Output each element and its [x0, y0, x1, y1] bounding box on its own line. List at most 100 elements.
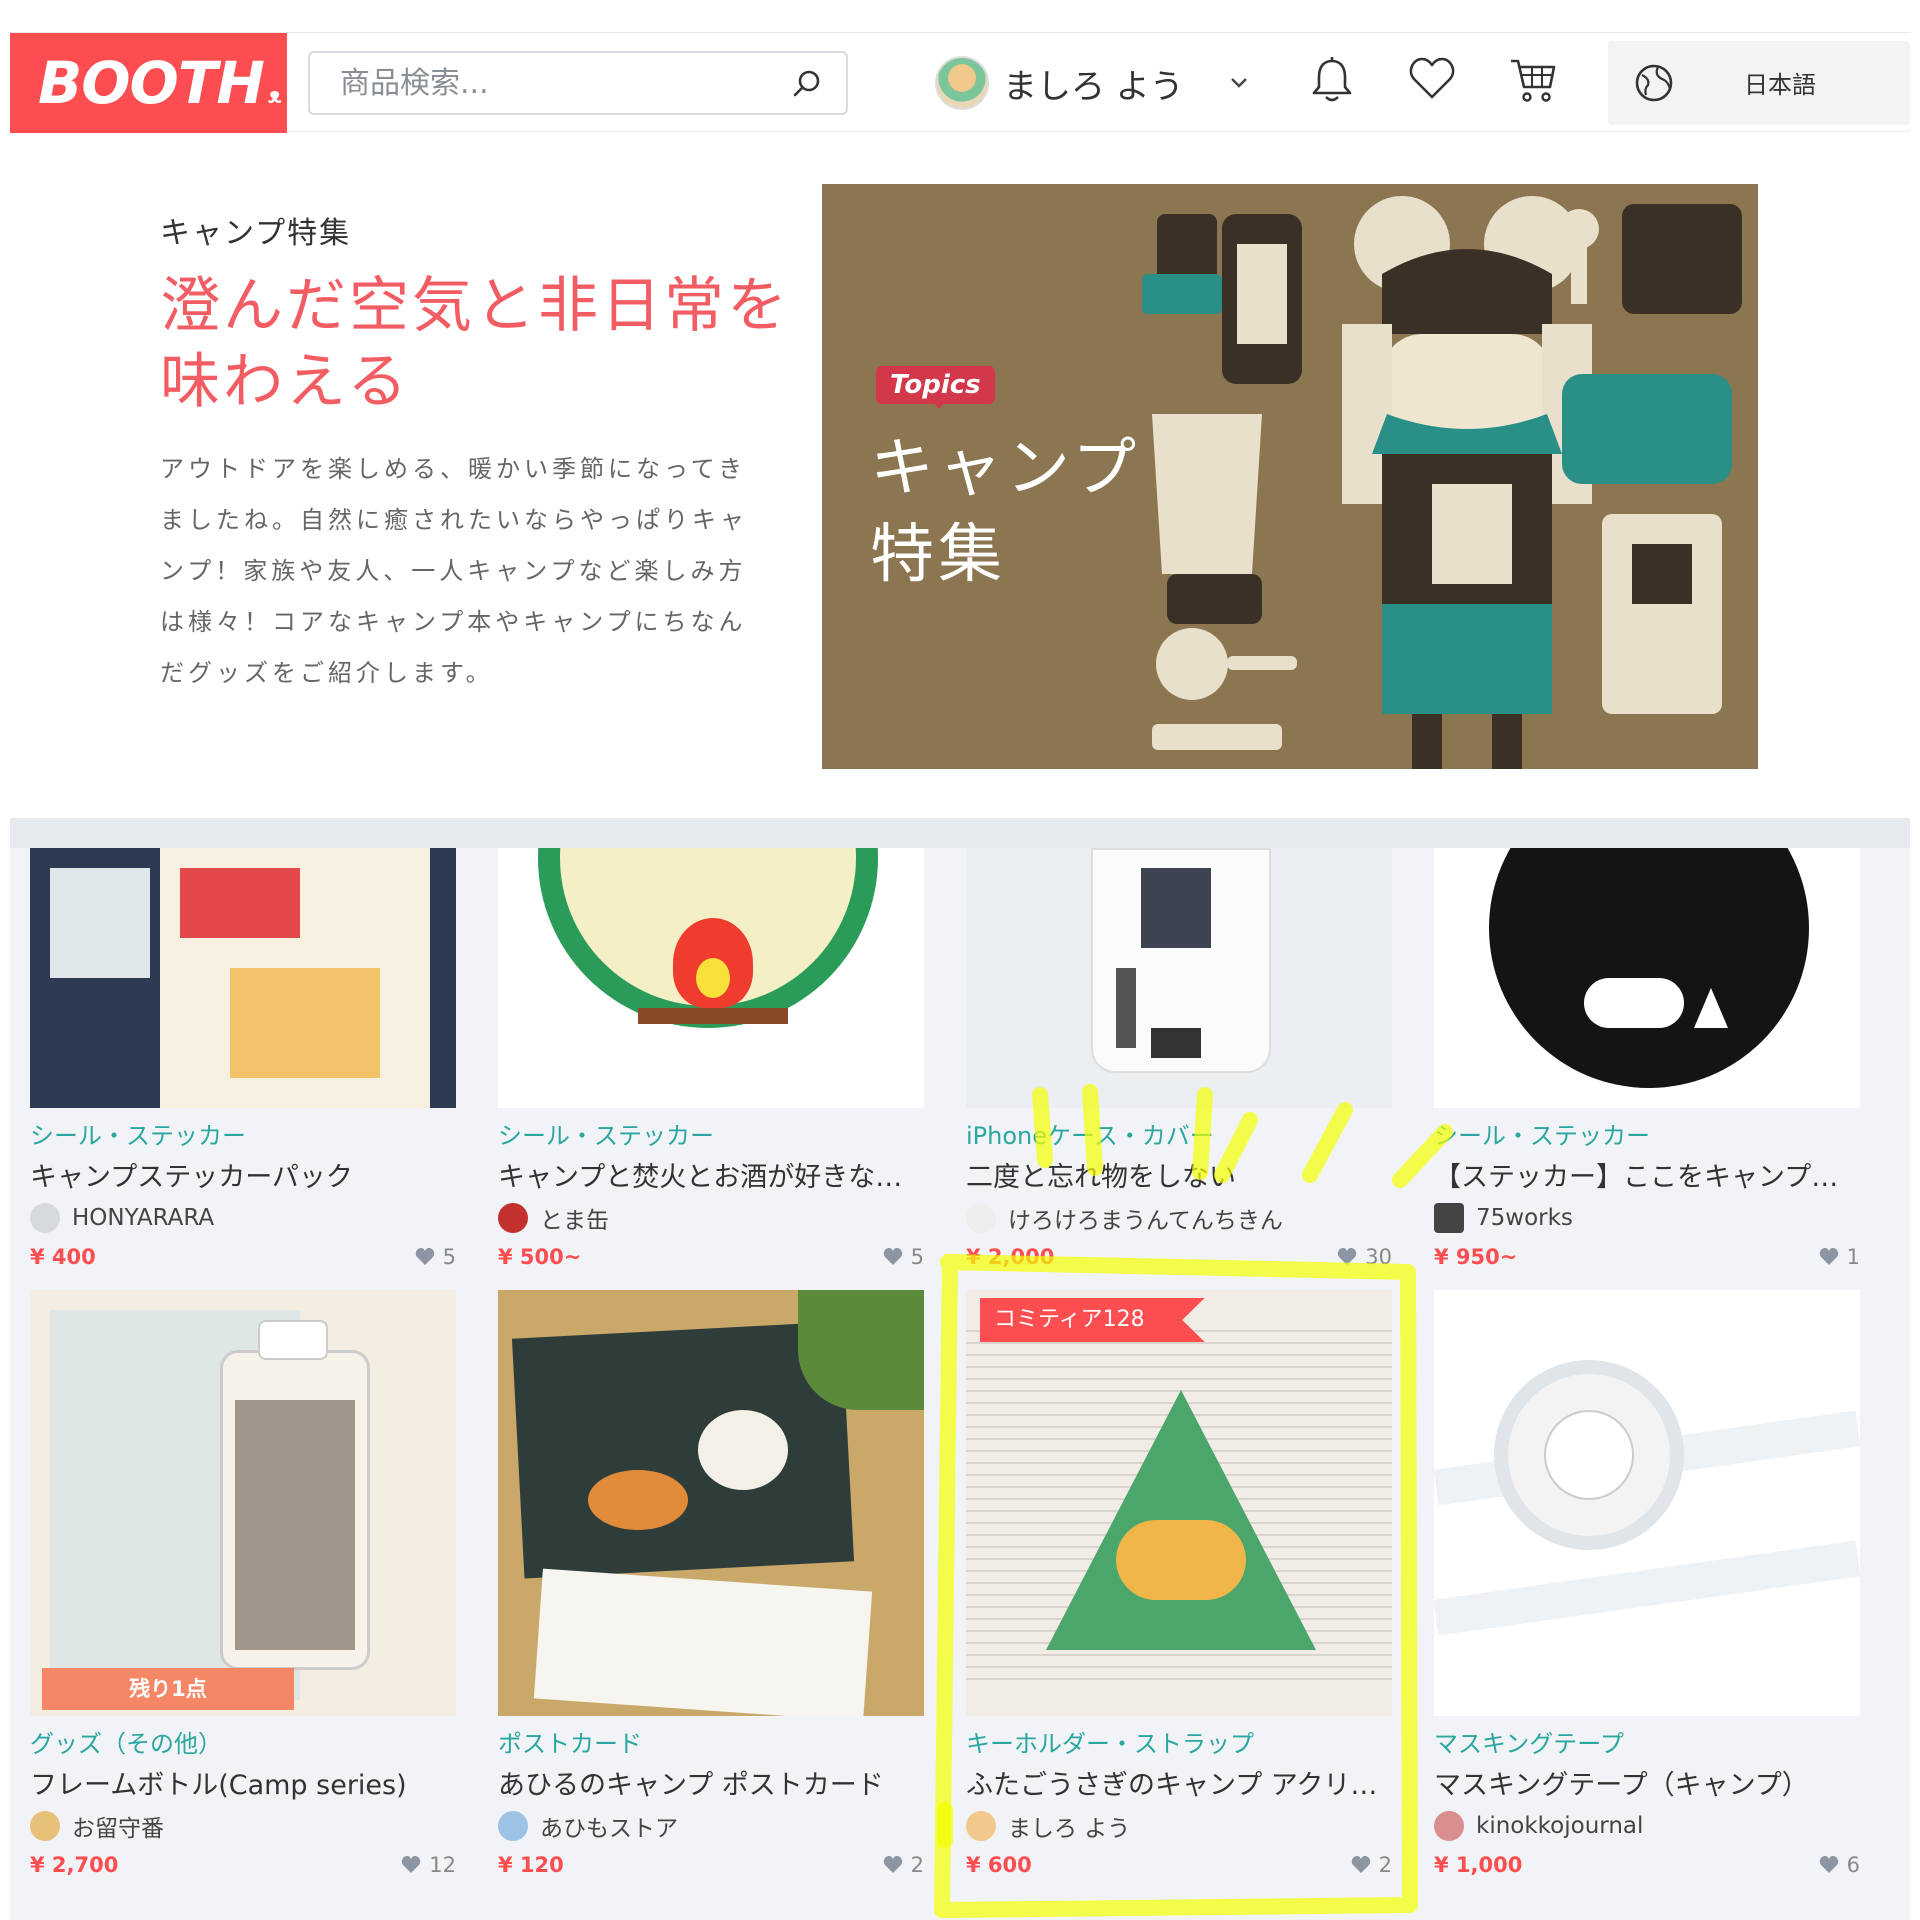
heart-icon: [883, 1248, 902, 1265]
shop-link[interactable]: HONYARARA: [30, 1202, 456, 1234]
like-button[interactable]: 6: [1819, 1853, 1860, 1877]
product-title[interactable]: キャンプステッカーパック: [30, 1155, 456, 1194]
user-name: ましろ よう: [1003, 66, 1184, 107]
like-button[interactable]: 5: [883, 1245, 924, 1269]
like-button[interactable]: 12: [401, 1853, 456, 1877]
like-button[interactable]: 5: [415, 1245, 456, 1269]
product-card[interactable]: シール・ステッカー 【ステッカー】ここをキャンプ地と... 75works ¥ …: [1434, 848, 1860, 1272]
shop-icon: [30, 1203, 60, 1233]
shop-name: お留守番: [72, 1816, 164, 1842]
search-icon[interactable]: [790, 67, 824, 101]
heart-icon[interactable]: [1408, 55, 1456, 101]
like-button[interactable]: 2: [1351, 1853, 1392, 1877]
avatar: [935, 56, 989, 110]
like-count: 6: [1846, 1853, 1860, 1877]
product-category[interactable]: キーホルダー・ストラップ: [966, 1724, 1392, 1759]
shop-icon: [1434, 1203, 1464, 1233]
shop-link[interactable]: 75works: [1434, 1202, 1860, 1234]
search-input[interactable]: [310, 53, 750, 113]
shop-name: とま缶: [540, 1208, 609, 1234]
heart-icon: [1819, 1856, 1838, 1873]
bell-icon[interactable]: [1310, 55, 1354, 105]
product-image[interactable]: [966, 848, 1392, 1108]
product-card[interactable]: シール・ステッカー キャンプステッカーパック HONYARARA ¥ 400 5: [30, 848, 456, 1272]
product-title[interactable]: キャンプと焚火とお酒が好きな人向...: [498, 1155, 924, 1194]
product-image[interactable]: [498, 1290, 924, 1716]
cat-icon: ᴥ: [267, 84, 282, 109]
product-image[interactable]: [1434, 848, 1860, 1108]
product-card[interactable]: 残り1点 グッズ（その他） フレームボトル(Camp series) お留守番 …: [30, 1290, 456, 1880]
product-title[interactable]: 二度と忘れ物をしない: [966, 1155, 1392, 1194]
like-count: 12: [429, 1853, 456, 1877]
product-category[interactable]: グッズ（その他）: [30, 1724, 456, 1759]
booth-logo[interactable]: BOOTH ᴥ: [10, 33, 287, 133]
site-header: BOOTHᴥ ましろ よう 日本語: [10, 32, 1910, 133]
product-card[interactable]: ポストカード あひるのキャンプ ポストカード あひもストア ¥ 120 2: [498, 1290, 924, 1880]
language-label: 日本語: [1744, 71, 1816, 99]
shop-link[interactable]: ましろ よう: [966, 1810, 1392, 1842]
product-image[interactable]: [498, 848, 924, 1108]
product-category[interactable]: iPhoneケース・カバー: [966, 1116, 1392, 1151]
product-price: ¥ 600: [966, 1853, 1032, 1877]
heart-icon: [415, 1248, 434, 1265]
shop-link[interactable]: あひもストア: [498, 1810, 924, 1842]
heart-icon: [1338, 1248, 1357, 1265]
feature-description: アウトドアを楽しめる、暖かい季節になってきましたね。自然に癒されたいならやっぱり…: [160, 455, 748, 687]
product-title[interactable]: マスキングテープ（キャンプ）: [1434, 1763, 1860, 1802]
shop-name: kinokkojournal: [1476, 1813, 1644, 1839]
grid-top-bar: [10, 818, 1910, 848]
product-card[interactable]: マスキングテープ マスキングテープ（キャンプ） kinokkojournal ¥…: [1434, 1290, 1860, 1880]
product-price: ¥ 2,700: [30, 1853, 119, 1877]
heart-icon: [883, 1856, 902, 1873]
shop-icon: [1434, 1811, 1464, 1841]
product-title[interactable]: フレームボトル(Camp series): [30, 1763, 456, 1802]
product-category[interactable]: シール・ステッカー: [30, 1116, 456, 1151]
topics-badge: Topics: [876, 366, 995, 409]
feature-eyebrow: キャンプ特集: [160, 216, 352, 251]
product-card[interactable]: iPhoneケース・カバー 二度と忘れ物をしない けろけろまうんてんちきん ¥ …: [966, 848, 1392, 1272]
product-image[interactable]: [1434, 1290, 1860, 1716]
like-button[interactable]: 1: [1819, 1245, 1860, 1269]
cart-icon[interactable]: [1508, 55, 1558, 105]
product-title[interactable]: ふたごうさぎのキャンプ アクリル...: [966, 1763, 1392, 1802]
shop-icon: [966, 1811, 996, 1841]
shop-link[interactable]: お留守番: [30, 1810, 456, 1842]
shop-name: ましろ よう: [1008, 1816, 1131, 1842]
product-card[interactable]: コミティア128 キーホルダー・ストラップ ふたごうさぎのキャンプ アクリル..…: [966, 1290, 1392, 1880]
product-card[interactable]: シール・ステッカー キャンプと焚火とお酒が好きな人向... とま缶 ¥ 500~…: [498, 848, 924, 1272]
heart-icon: [1819, 1248, 1838, 1265]
language-selector[interactable]: 日本語: [1608, 41, 1910, 125]
product-category[interactable]: シール・ステッカー: [498, 1116, 924, 1151]
product-image[interactable]: コミティア128: [966, 1290, 1392, 1716]
heart-icon: [402, 1856, 421, 1873]
feature-title[interactable]: 澄んだ空気と非日常を味わえる: [160, 268, 800, 420]
like-count: 2: [910, 1853, 924, 1877]
like-button[interactable]: 30: [1337, 1245, 1392, 1269]
like-count: 5: [910, 1245, 924, 1269]
shop-link[interactable]: とま缶: [498, 1202, 924, 1234]
product-price: ¥ 120: [498, 1853, 564, 1877]
product-title[interactable]: 【ステッカー】ここをキャンプ地と...: [1434, 1155, 1860, 1194]
shop-link[interactable]: kinokkojournal: [1434, 1810, 1860, 1842]
feature-banner[interactable]: Topics キャンプ特集: [822, 184, 1758, 769]
product-price: ¥ 500~: [498, 1245, 582, 1269]
product-category[interactable]: ポストカード: [498, 1724, 924, 1759]
shop-link[interactable]: けろけろまうんてんちきん: [966, 1202, 1392, 1234]
like-count: 2: [1378, 1853, 1392, 1877]
banner-title: キャンプ特集: [870, 432, 1141, 592]
product-category[interactable]: マスキングテープ: [1434, 1724, 1860, 1759]
globe-icon: [1635, 64, 1673, 102]
product-price: ¥ 2,000: [966, 1245, 1055, 1269]
like-count: 1: [1846, 1245, 1860, 1269]
product-category[interactable]: シール・ステッカー: [1434, 1116, 1860, 1151]
like-button[interactable]: 2: [883, 1853, 924, 1877]
product-price: ¥ 1,000: [1434, 1853, 1523, 1877]
product-image[interactable]: 残り1点: [30, 1290, 456, 1716]
user-menu[interactable]: ましろ よう: [935, 51, 1250, 115]
shop-icon: [498, 1203, 528, 1233]
chevron-down-icon: [1230, 78, 1247, 88]
product-title[interactable]: あひるのキャンプ ポストカード: [498, 1763, 924, 1802]
shop-name: 75works: [1476, 1205, 1573, 1231]
product-image[interactable]: [30, 848, 456, 1108]
stock-badge: 残り1点: [42, 1668, 294, 1710]
